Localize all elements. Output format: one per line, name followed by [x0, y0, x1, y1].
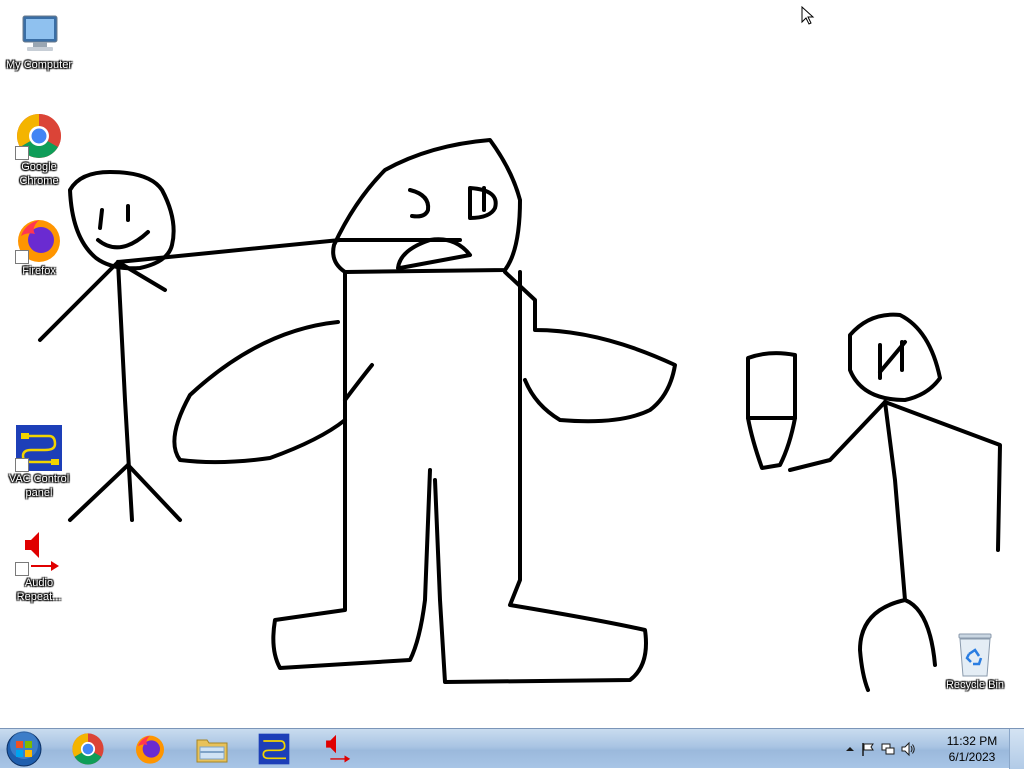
desktop-icon-my-computer[interactable]: My Computer — [0, 10, 78, 72]
chrome-icon — [72, 733, 104, 765]
desktop-icon-audio-repeater[interactable]: Audio Repeat... — [0, 528, 78, 604]
clock[interactable]: 11:32 PM 6/1/2023 — [942, 733, 1002, 765]
clock-date: 6/1/2023 — [948, 750, 996, 764]
vac-icon — [15, 424, 63, 472]
firefox-icon — [15, 216, 63, 264]
recycle-bin-icon — [955, 632, 995, 678]
firefox-icon — [136, 735, 164, 764]
system-tray: 11:32 PM 6/1/2023 — [834, 729, 1024, 769]
shortcut-arrow-icon — [15, 562, 29, 576]
taskbar-firefox-button[interactable] — [122, 731, 178, 767]
desktop-icon-label: Recycle Bin — [945, 679, 1005, 691]
taskbar-chrome-button[interactable] — [60, 731, 116, 767]
desktop-icon-vac-control-panel[interactable]: VAC Control panel — [0, 424, 78, 500]
audio-repeater-icon — [326, 734, 351, 763]
wallpaper-drawing — [38, 138, 1002, 692]
desktop-icon-label: Firefox — [22, 265, 56, 277]
network-icon[interactable] — [880, 741, 896, 757]
taskbar-vac-button[interactable] — [246, 731, 302, 767]
mouse-cursor-icon — [801, 6, 815, 25]
desktop-icon-label: Audio Repeat... — [16, 577, 62, 603]
taskbar: 11:32 PM 6/1/2023 — [0, 728, 1024, 769]
shortcut-arrow-icon — [15, 146, 29, 160]
show-desktop-button[interactable] — [1009, 729, 1024, 769]
big-creature — [172, 138, 677, 684]
taskbar-audio-repeater-button[interactable] — [308, 731, 364, 767]
desktop-icon-recycle-bin[interactable]: Recycle Bin — [936, 632, 1014, 692]
windows-orb-icon — [6, 731, 42, 767]
desktop-icon-label: VAC Control panel — [8, 473, 70, 499]
action-center-flag-icon[interactable] — [860, 741, 876, 757]
desktop-icon-google-chrome[interactable]: Google Chrome — [0, 112, 78, 188]
volume-icon[interactable] — [900, 741, 916, 757]
vac-icon — [258, 733, 290, 765]
shortcut-arrow-icon — [15, 250, 29, 264]
audio-repeater-icon — [15, 528, 63, 576]
computer-icon — [15, 10, 63, 58]
clock-time: 11:32 PM — [946, 734, 998, 748]
explorer-icon — [196, 739, 228, 763]
shortcut-arrow-icon — [15, 458, 29, 472]
desktop-icon-firefox[interactable]: Firefox — [0, 216, 78, 278]
left-stick-figure — [38, 170, 462, 522]
start-button[interactable] — [4, 730, 44, 768]
desktop-icon-label: My Computer — [5, 59, 73, 71]
show-hidden-icons-chevron-up-icon[interactable] — [842, 741, 858, 757]
chrome-icon — [15, 112, 63, 160]
taskbar-explorer-button[interactable] — [184, 731, 240, 767]
desktop-icon-label: Google Chrome — [19, 161, 59, 187]
